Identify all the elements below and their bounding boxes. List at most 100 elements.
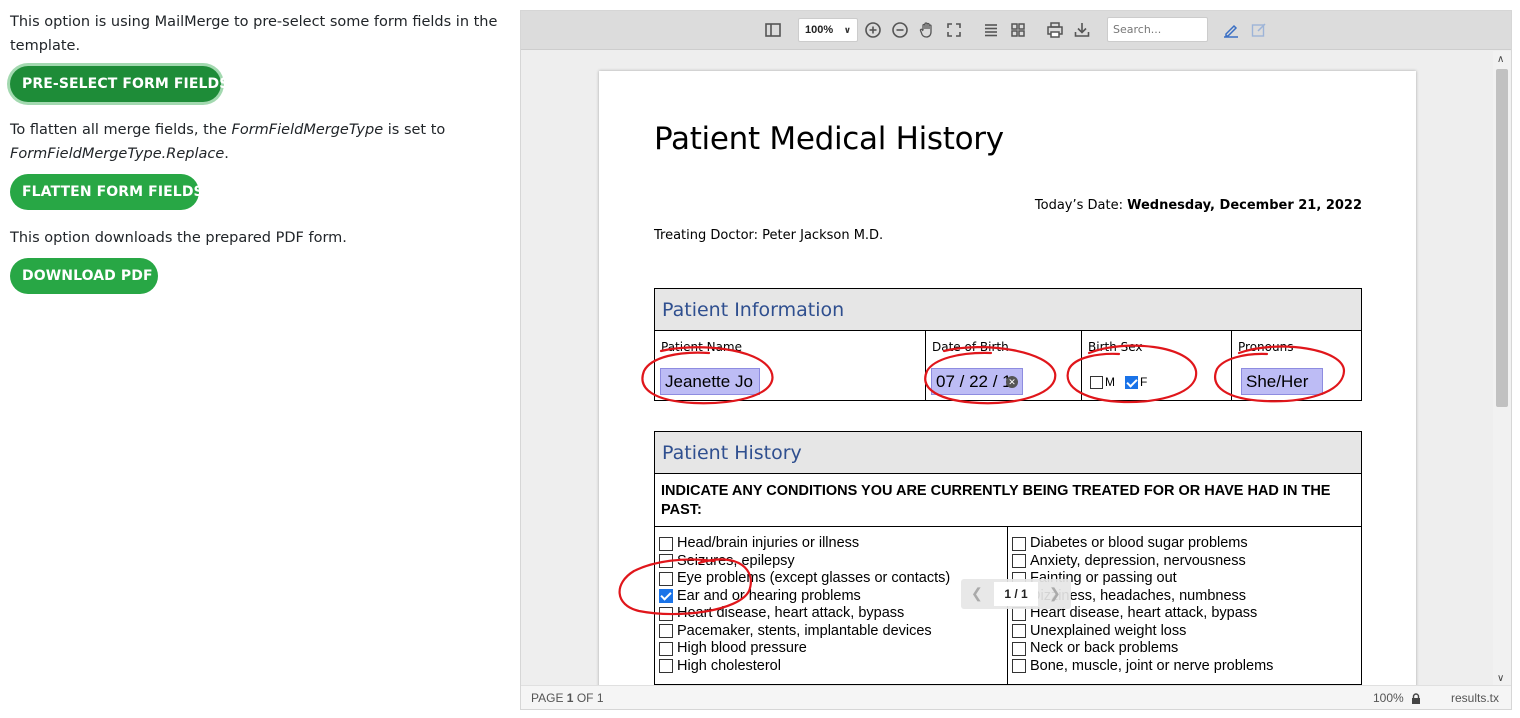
sex-m-checkbox[interactable] — [1090, 375, 1103, 389]
page-navigator: ❮ 1 / 1 ❯ — [961, 579, 1071, 609]
condition-checkbox[interactable] — [659, 659, 673, 674]
condition-checkbox[interactable] — [659, 589, 673, 604]
right-condition-item: Neck or back problems — [1012, 640, 1361, 658]
right-condition-item: Anxiety, depression, nervousness — [1012, 553, 1361, 571]
download-pdf-button[interactable]: DOWNLOAD PDF — [10, 258, 158, 294]
chevron-left-icon[interactable]: ❮ — [971, 585, 983, 602]
pronouns-field[interactable]: She/Her — [1241, 368, 1323, 395]
download-icon[interactable] — [1073, 21, 1091, 39]
zoom-out-icon[interactable] — [891, 21, 909, 39]
condition-label: Heart disease, heart attack, bypass — [677, 605, 905, 621]
patient-name-field[interactable]: Jeanette Jo — [660, 368, 760, 395]
condition-label: High cholesterol — [677, 657, 781, 674]
preselect-form-fields-button[interactable]: PRE-SELECT FORM FIELDS — [10, 66, 229, 102]
patient-name-label: Patient Name — [661, 340, 742, 354]
fit-page-icon[interactable] — [945, 21, 963, 39]
sidebar-toggle-icon[interactable] — [764, 21, 782, 39]
patient-history-header: Patient History — [655, 432, 1361, 474]
patient-information-header: Patient Information — [655, 289, 1361, 331]
flatten-text-replace: FormFieldMergeType.Replace — [10, 146, 225, 162]
patient-name-cell: Patient Name Jeanette Jo — [655, 331, 926, 400]
condition-checkbox[interactable] — [659, 554, 673, 569]
date-of-birth-label: Date of Birth — [932, 340, 1009, 354]
text-view-icon[interactable] — [982, 21, 1000, 39]
date-of-birth-field[interactable]: 07 / 22 / 1 ✕ — [931, 368, 1023, 395]
date-of-birth-cell: Date of Birth 07 / 22 / 1 ✕ — [926, 331, 1082, 400]
page-count: 1 / 1 — [994, 582, 1038, 606]
condition-checkbox[interactable] — [659, 624, 673, 639]
scroll-thumb[interactable] — [1496, 69, 1508, 407]
treating-doctor: Treating Doctor: Peter Jackson M.D. — [654, 228, 884, 243]
zoom-select[interactable]: 100% ∨ — [798, 18, 858, 42]
conditions-left-column: Head/brain injuries or illness Seizures, … — [655, 527, 1008, 684]
condition-checkbox[interactable] — [1012, 641, 1026, 656]
form-edit-icon[interactable] — [1250, 21, 1268, 39]
left-condition-item: Eye problems (except glasses or contacts… — [659, 570, 1007, 588]
flatten-form-fields-button[interactable]: FLATTEN FORM FIELDS — [10, 174, 204, 210]
right-condition-item: Unexplained weight loss — [1012, 623, 1361, 641]
zoom-in-icon[interactable] — [864, 21, 882, 39]
right-condition-item: Diabetes or blood sugar problems — [1012, 535, 1361, 553]
viewer-statusbar: PAGE 1 OF 1 100% results.tx — [521, 685, 1511, 709]
print-icon[interactable] — [1046, 21, 1064, 39]
intro-text: This option is using MailMerge to pre-se… — [10, 14, 498, 54]
document-viewer: 100%∨ P — [520, 10, 1512, 710]
page-indicator: PAGE 1 OF 1 — [531, 686, 604, 709]
condition-label: Bone, muscle, joint or nerve problems — [1030, 657, 1274, 674]
left-condition-item: Ear and or hearing problems — [659, 588, 1007, 606]
pan-hand-icon[interactable] — [918, 21, 936, 39]
condition-checkbox[interactable] — [1012, 659, 1026, 674]
vertical-scrollbar[interactable]: ∧ ∨ — [1493, 51, 1511, 687]
condition-checkbox[interactable] — [1012, 624, 1026, 639]
scroll-up-icon[interactable]: ∧ — [1497, 54, 1504, 65]
document-area[interactable]: Patient Medical History Today’s Date: We… — [521, 51, 1493, 687]
brand-label: results.tx — [1451, 691, 1500, 705]
condition-checkbox[interactable] — [659, 536, 673, 551]
condition-label: Neck or back problems — [1030, 640, 1179, 656]
search-input[interactable] — [1107, 17, 1208, 42]
patient-information-section: Patient Information Patient Name Jeanett… — [654, 288, 1362, 401]
condition-label: Head/brain injuries or illness — [677, 535, 860, 551]
status-zoom: 100% — [1373, 691, 1404, 705]
condition-label: Anxiety, depression, nervousness — [1030, 552, 1246, 569]
date-value: Wednesday, December 21, 2022 — [1127, 198, 1362, 213]
birth-sex-cell: Birth Sex M F — [1082, 331, 1232, 400]
edit-sign-icon[interactable] — [1222, 21, 1240, 39]
left-condition-item: Heart disease, heart attack, bypass — [659, 605, 1007, 623]
page-suffix: OF 1 — [573, 691, 604, 705]
chevron-right-icon[interactable]: ❯ — [1049, 585, 1061, 602]
condition-checkbox[interactable] — [1012, 536, 1026, 551]
condition-label: High blood pressure — [677, 640, 807, 656]
condition-checkbox[interactable] — [659, 606, 673, 621]
todays-date: Today’s Date: Wednesday, December 21, 20… — [1035, 198, 1362, 213]
condition-label: Pacemaker, stents, implantable devices — [677, 622, 932, 639]
document-title: Patient Medical History — [654, 121, 1004, 157]
scroll-down-icon[interactable]: ∨ — [1497, 673, 1504, 684]
left-condition-item: High blood pressure — [659, 640, 1007, 658]
download-description: This option downloads the prepared PDF f… — [10, 230, 347, 246]
condition-checkbox[interactable] — [659, 641, 673, 656]
sex-f-checkbox[interactable] — [1125, 375, 1138, 389]
date-of-birth-value: 07 / 22 / 1 — [936, 372, 1012, 391]
birth-sex-options: M F — [1090, 375, 1147, 389]
condition-label: Ear and or hearing problems — [677, 587, 861, 604]
left-condition-item: Pacemaker, stents, implantable devices — [659, 623, 1007, 641]
history-question: INDICATE ANY CONDITIONS YOU ARE CURRENTL… — [655, 474, 1361, 527]
patient-history-section: Patient History INDICATE ANY CONDITIONS … — [654, 431, 1362, 685]
flatten-text-type: FormFieldMergeType — [231, 122, 384, 138]
left-condition-item: Seizures, epilepsy — [659, 553, 1007, 571]
chevron-down-icon: ∨ — [843, 25, 851, 35]
thumbnails-icon[interactable] — [1009, 21, 1027, 39]
clear-icon[interactable]: ✕ — [1006, 376, 1018, 388]
pronouns-label: Pronouns — [1238, 340, 1294, 354]
condition-checkbox[interactable] — [659, 571, 673, 586]
flatten-text-a: To flatten all merge fields, the — [10, 122, 232, 138]
flatten-description: To flatten all merge fields, the FormFie… — [10, 118, 505, 166]
lock-icon — [1411, 686, 1421, 709]
condition-label: Seizures, epilepsy — [677, 552, 795, 569]
pronouns-cell: Pronouns She/Her — [1232, 331, 1361, 400]
zoom-value: 100% — [805, 24, 834, 36]
condition-checkbox[interactable] — [1012, 554, 1026, 569]
left-condition-item: High cholesterol — [659, 658, 1007, 676]
left-condition-item: Head/brain injuries or illness — [659, 535, 1007, 553]
